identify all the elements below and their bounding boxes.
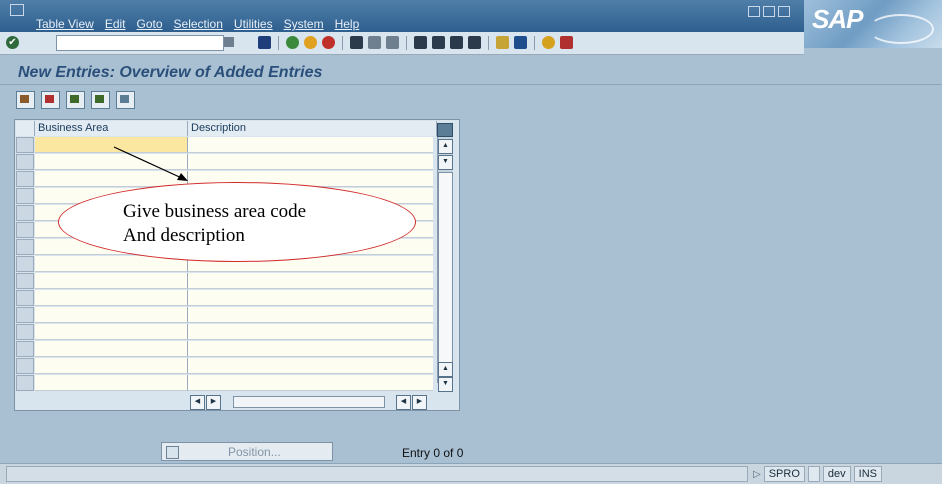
status-message-field [6,466,748,482]
annotation-line-2: And description [123,225,245,246]
annotation-text: Give business area code And description [123,200,306,248]
annotation-line-1: Give business area code [123,201,307,222]
entry-count: Entry 0 of 0 [402,446,464,460]
status-info: ▷ SPRO dev INS [753,466,882,482]
position-icon [166,446,179,459]
position-button[interactable]: Position... [161,442,333,461]
arrow-line [113,146,187,181]
position-label: Position... [228,445,281,459]
status-expand-icon[interactable]: ▷ [753,469,761,480]
status-server-icon [807,466,820,482]
status-system: dev [822,466,851,482]
status-mode[interactable]: INS [853,466,882,482]
status-transaction: SPRO [763,466,805,482]
